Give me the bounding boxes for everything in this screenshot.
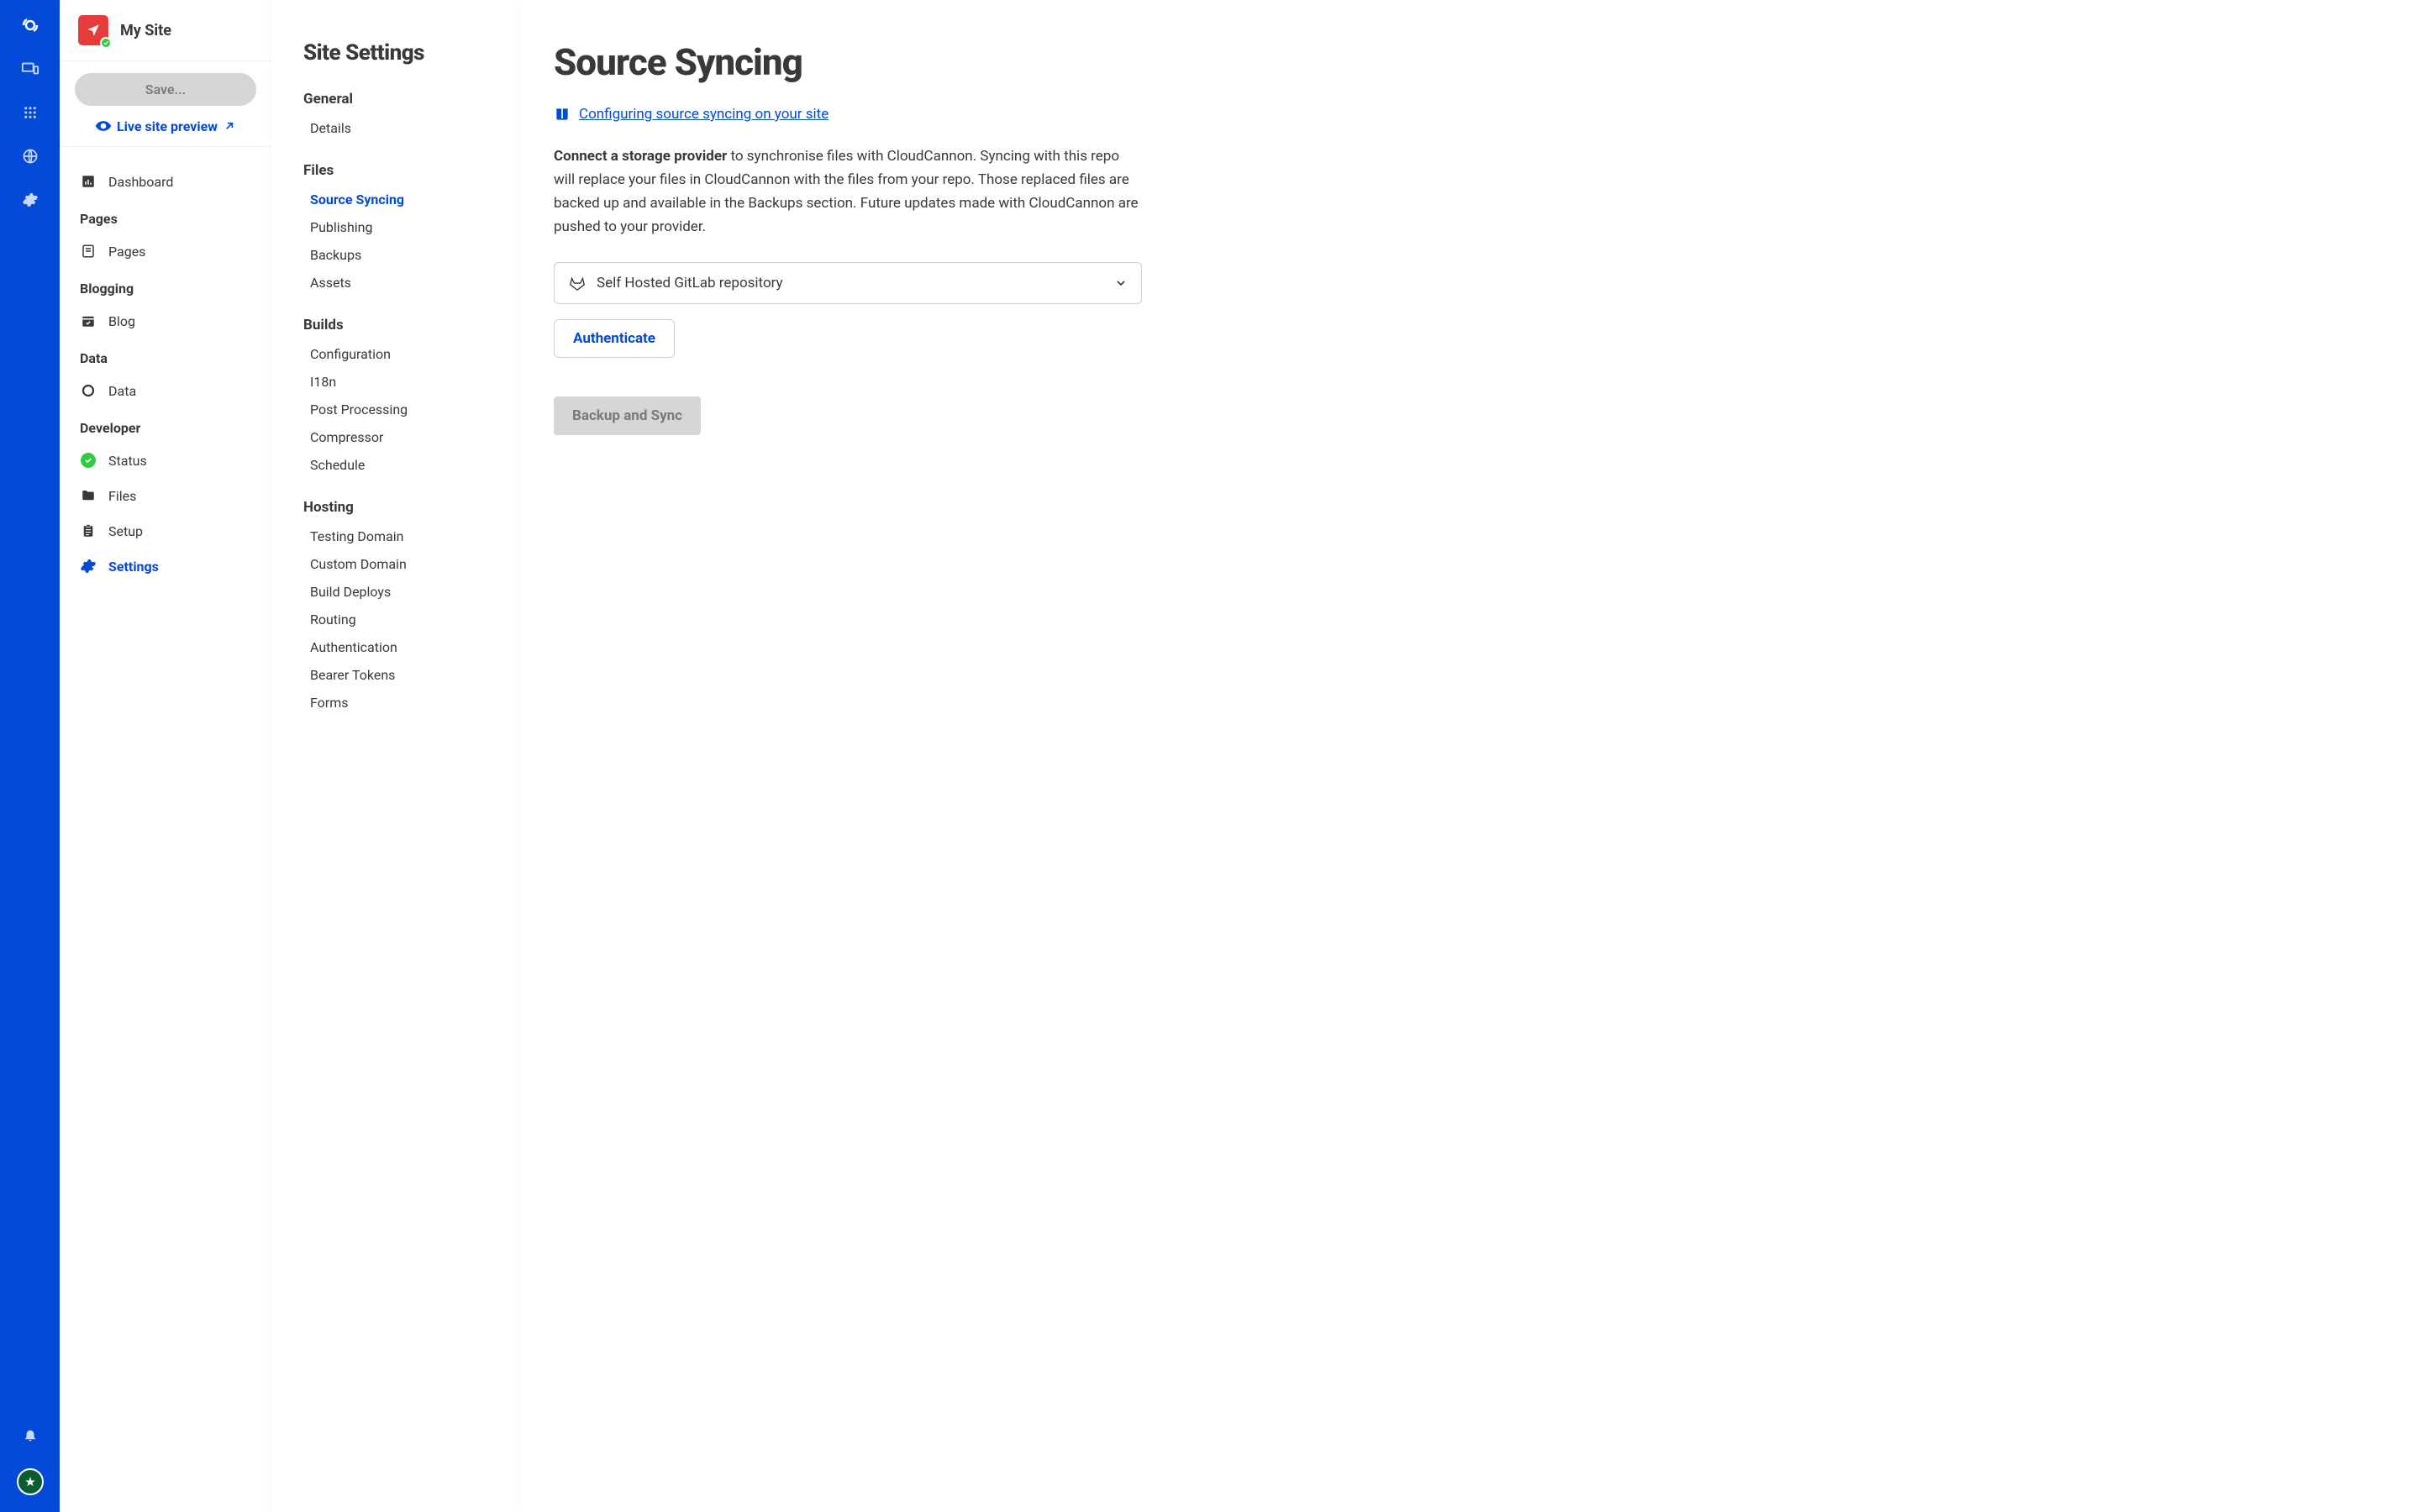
authenticate-button[interactable]: Authenticate (554, 319, 675, 358)
settings-group-general: General (303, 91, 490, 108)
bell-icon[interactable] (20, 1425, 40, 1445)
nav-pages[interactable]: Pages (73, 234, 258, 269)
apps-icon[interactable] (20, 102, 40, 123)
save-button[interactable]: Save... (75, 73, 256, 106)
nav-section-pages: Pages (73, 199, 258, 234)
nav-setup-label: Setup (108, 523, 143, 539)
live-preview-link[interactable]: Live site preview (75, 118, 256, 134)
status-icon (80, 452, 97, 469)
settings-item-post-processing[interactable]: Post Processing (303, 396, 490, 423)
chevron-down-icon (1114, 276, 1128, 290)
devices-icon[interactable] (20, 59, 40, 79)
settings-item-bearer-tokens[interactable]: Bearer Tokens (303, 661, 490, 689)
settings-item-build-deploys[interactable]: Build Deploys (303, 578, 490, 606)
settings-item-compressor[interactable]: Compressor (303, 423, 490, 451)
provider-label: Self Hosted GitLab repository (597, 275, 783, 291)
settings-item-forms[interactable]: Forms (303, 689, 490, 717)
cloudcannon-logo-icon[interactable] (20, 15, 40, 35)
save-area: Save... Live site preview (60, 61, 271, 147)
settings-item-assets[interactable]: Assets (303, 269, 490, 297)
page-title: Source Syncing (554, 40, 2383, 84)
nav-blog-label: Blog (108, 313, 135, 329)
main-content: Source Syncing Configuring source syncin… (517, 0, 2420, 1512)
nav-status-label: Status (108, 453, 147, 469)
user-badge-icon[interactable] (17, 1468, 44, 1495)
site-header: My Site (60, 0, 271, 61)
nav-rail (0, 0, 60, 1512)
settings-item-testing-domain[interactable]: Testing Domain (303, 522, 490, 550)
settings-group-hosting: Hosting (303, 499, 490, 516)
gear-icon[interactable] (20, 190, 40, 210)
globe-icon[interactable] (20, 146, 40, 166)
check-badge-icon (100, 37, 112, 49)
calendar-icon (80, 312, 97, 329)
settings-item-routing[interactable]: Routing (303, 606, 490, 633)
settings-title: Site Settings (303, 40, 490, 66)
clipboard-icon (80, 522, 97, 539)
site-sidebar: My Site Save... Live site preview Dashbo… (60, 0, 271, 1512)
donut-icon (80, 382, 97, 399)
settings-item-custom-domain[interactable]: Custom Domain (303, 550, 490, 578)
settings-sidebar: Site Settings General Details Files Sour… (271, 0, 517, 1512)
gear-icon (80, 558, 97, 575)
settings-item-publishing[interactable]: Publishing (303, 213, 490, 241)
description-strong: Connect a storage provider (554, 148, 727, 165)
nav-files[interactable]: Files (73, 478, 258, 513)
provider-select[interactable]: Self Hosted GitLab repository (554, 262, 1142, 304)
nav-data-label: Data (108, 383, 136, 399)
site-nav: Dashboard Pages Pages Blogging Blog Data… (60, 147, 271, 1512)
doc-link-label: Configuring source syncing on your site (579, 106, 829, 123)
settings-item-details[interactable]: Details (303, 114, 490, 142)
nav-section-blogging: Blogging (73, 269, 258, 303)
settings-item-schedule[interactable]: Schedule (303, 451, 490, 479)
description: Connect a storage provider to synchronis… (554, 144, 1142, 239)
settings-item-backups[interactable]: Backups (303, 241, 490, 269)
nav-settings[interactable]: Settings (73, 549, 258, 584)
nav-setup[interactable]: Setup (73, 513, 258, 549)
nav-blog[interactable]: Blog (73, 303, 258, 339)
settings-group-builds: Builds (303, 317, 490, 333)
settings-group-files: Files (303, 162, 490, 179)
nav-status[interactable]: Status (73, 443, 258, 478)
book-icon (554, 106, 571, 123)
nav-settings-label: Settings (108, 559, 159, 575)
live-preview-label: Live site preview (117, 118, 218, 134)
page-icon (80, 243, 97, 260)
nav-dashboard[interactable]: Dashboard (73, 164, 258, 199)
settings-item-i18n[interactable]: I18n (303, 368, 490, 396)
nav-dashboard-label: Dashboard (108, 174, 173, 190)
doc-link[interactable]: Configuring source syncing on your site (554, 106, 2383, 123)
dashboard-icon (80, 173, 97, 190)
settings-item-authentication[interactable]: Authentication (303, 633, 490, 661)
nav-files-label: Files (108, 488, 136, 504)
settings-item-configuration[interactable]: Configuration (303, 340, 490, 368)
settings-item-source-syncing[interactable]: Source Syncing (303, 186, 490, 213)
gitlab-icon (568, 274, 587, 292)
nav-section-developer: Developer (73, 408, 258, 443)
folder-icon (80, 487, 97, 504)
nav-section-data: Data (73, 339, 258, 373)
site-logo-icon (78, 15, 108, 45)
nav-data[interactable]: Data (73, 373, 258, 408)
backup-sync-button[interactable]: Backup and Sync (554, 396, 701, 435)
nav-pages-label: Pages (108, 244, 145, 260)
site-title: My Site (120, 22, 171, 39)
